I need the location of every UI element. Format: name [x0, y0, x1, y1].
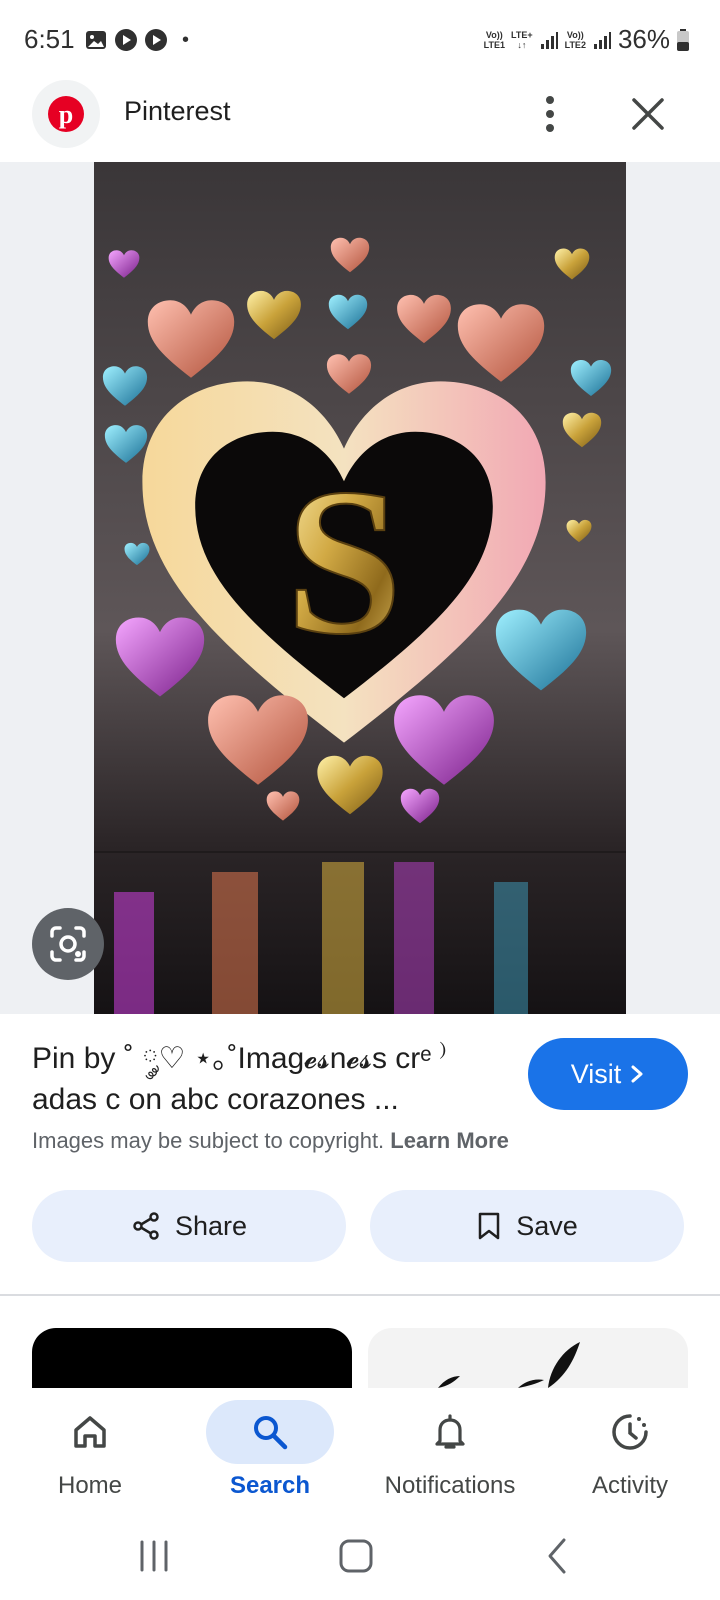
network-lte2: Vo)) LTE2 [564, 29, 586, 50]
nav-activity[interactable]: Activity [540, 1392, 720, 1512]
gallery-icon [86, 31, 106, 49]
app-header: p Pinterest [0, 80, 720, 160]
status-bar: 6:51 • Vo)) LTE1 LTE+ ↓↑ Vo)) LTE2 36% [0, 0, 720, 80]
bottom-navigation: Home Search Notifications Activity [0, 1392, 720, 1512]
status-time: 6:51 [24, 24, 75, 54]
image-preview-area: S [0, 162, 720, 1014]
copyright-text: Images may be subject to copyright. [32, 1128, 385, 1153]
close-icon[interactable] [626, 92, 670, 136]
more-notifications-dot: • [182, 28, 190, 51]
copyright-notice: Images may be subject to copyright. Lear… [32, 1128, 509, 1154]
nav-home[interactable]: Home [0, 1392, 180, 1512]
nav-activity-label: Activity [591, 1472, 668, 1499]
hearts-artwork: S [94, 162, 626, 1014]
share-icon [133, 1212, 159, 1240]
save-button[interactable]: Save [370, 1190, 684, 1262]
search-icon [254, 1416, 288, 1450]
bookmark-icon [478, 1212, 500, 1240]
notification-icons: • [84, 28, 189, 52]
recent-apps-icon[interactable] [132, 1534, 176, 1578]
section-divider [0, 1294, 720, 1296]
bell-icon [435, 1414, 465, 1449]
pinterest-logo[interactable]: p [32, 80, 100, 148]
nav-search[interactable]: Search [180, 1392, 360, 1512]
related-image-card[interactable] [32, 1328, 352, 1388]
related-image-card-2[interactable] [368, 1328, 688, 1388]
network-lte-plus: LTE+ ↓↑ [511, 29, 533, 50]
learn-more-link[interactable]: Learn More [390, 1128, 509, 1153]
more-options-icon[interactable] [528, 92, 572, 136]
activity-icon [612, 1414, 648, 1450]
network-lte1: Vo)) LTE1 [483, 29, 506, 50]
signal-icon [540, 31, 558, 49]
lens-search-button[interactable] [32, 908, 104, 980]
pinterest-icon: p [48, 96, 84, 132]
pin-image[interactable]: S [94, 162, 626, 1014]
nav-notifications[interactable]: Notifications [360, 1392, 540, 1512]
signal-icon-2 [593, 31, 611, 49]
nav-home-label: Home [57, 1472, 123, 1499]
home-button-icon[interactable] [334, 1534, 378, 1578]
youtube-icon [115, 29, 137, 51]
leaf-artwork [438, 1342, 580, 1388]
pin-title[interactable]: Pin by ˚ ༘♡ ⋆｡˚Imag𝓮𝓼n𝓮𝓼s crᵉ ⁾adas c on… [32, 1038, 492, 1120]
battery-level: 36% [617, 24, 670, 54]
source-title: Pinterest [124, 96, 231, 126]
system-navigation-bar [0, 1512, 720, 1600]
share-button[interactable]: Share [32, 1190, 346, 1262]
chevron-right-icon [631, 1065, 643, 1083]
artwork-letter: S [286, 446, 403, 678]
back-icon[interactable] [536, 1534, 580, 1578]
visit-label: Visit [570, 1058, 622, 1089]
battery-icon [677, 28, 689, 51]
nav-notifications-label: Notifications [384, 1472, 516, 1499]
visit-button[interactable]: Visit [528, 1038, 688, 1110]
home-icon [74, 1416, 106, 1448]
nav-search-label: Search [229, 1472, 311, 1499]
share-label: Share [174, 1210, 248, 1241]
lens-icon [50, 926, 86, 962]
svg-text:p: p [59, 100, 73, 129]
status-indicators: Vo)) LTE1 LTE+ ↓↑ Vo)) LTE2 36% [484, 24, 690, 55]
save-label: Save [516, 1210, 578, 1241]
youtube-icon-2 [145, 29, 167, 51]
